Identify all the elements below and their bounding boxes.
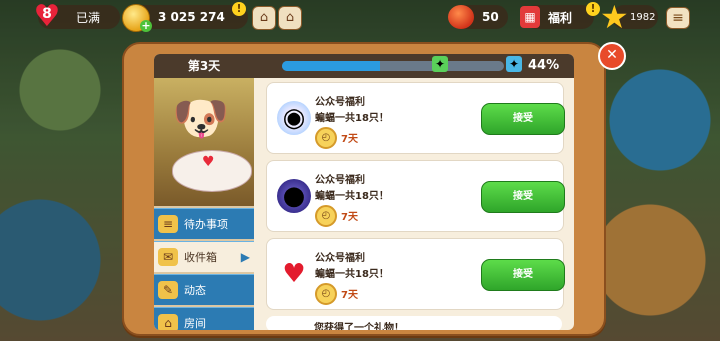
card-description: 蝙蝠一共18只！ <box>315 113 389 124</box>
lives-label: 已满 <box>76 10 101 25</box>
room-icon: ⌂ <box>158 314 178 330</box>
clock-icon: ◴ <box>315 205 337 227</box>
card-title: 公众号福利 <box>315 175 365 186</box>
todo-icon: ≡ <box>158 215 178 233</box>
card-description: 蝙蝠一共18只！ <box>315 269 389 280</box>
home-icon[interactable]: ⌂ <box>278 6 302 30</box>
ornament-bombs-icon: ● <box>277 179 311 213</box>
tomato-count: 50 <box>482 10 499 24</box>
left-menu: ≡ 待办事项 ✉ 收件箱 ▶ ✎ 动态 ⌂ 房间 <box>154 208 254 330</box>
add-coins-icon[interactable]: + <box>140 20 152 32</box>
clock-icon: ◴ <box>315 283 337 305</box>
accept-button[interactable]: 接受 <box>481 181 565 213</box>
tomato-icon <box>448 5 474 29</box>
card-duration: 7天 <box>341 290 358 301</box>
accept-button[interactable]: 接受 <box>481 103 565 135</box>
inbox-list[interactable]: ◉ 公众号福利 蝙蝠一共18只！ ◴ 7天 接受 ● 公众号福利 蝙蝠一共18只… <box>266 82 572 330</box>
left-menu-item-room[interactable]: ⌂ 房间 <box>154 307 254 330</box>
gift-icon[interactable]: ✦ <box>432 56 448 72</box>
day-label: 第3天 <box>187 59 221 73</box>
inbox-icon: ✉ <box>158 248 178 266</box>
lives-count: 8 <box>42 6 52 22</box>
inbox-modal: ✕ 第3天 ✦ ✦ 44% 🐶 ♥ ≡ 待办事项 ✉ 收件箱 ▶ ✎ 动态 ⌂ … <box>122 42 626 336</box>
rainbow-orb-icon: ◉ <box>277 101 311 135</box>
modal-content: 第3天 ✦ ✦ 44% 🐶 ♥ ≡ 待办事项 ✉ 收件箱 ▶ ✎ 动态 ⌂ 房间… <box>154 54 574 330</box>
calendar-icon: ▦ <box>520 6 540 28</box>
card-description: 蝙蝠一共18只！ <box>315 191 389 202</box>
menu-icon[interactable]: ≡ <box>666 7 690 29</box>
left-menu-item-news[interactable]: ✎ 动态 <box>154 274 254 305</box>
story-scene-image: 🐶 ♥ <box>154 78 254 206</box>
inbox-card: ● 公众号福利 蝙蝠一共18只！ ◴ 7天 接受 <box>266 160 565 232</box>
hearts-decor-icon: ♥ <box>202 154 215 170</box>
red-heart-icon: ♥ <box>282 259 306 289</box>
inbox-card-partial: 您获得了一个礼物！ <box>266 316 562 330</box>
inbox-card: ♥ 公众号福利 蝙蝠一共18只！ ◴ 7天 接受 <box>266 238 565 310</box>
left-menu-label: 房间 <box>184 317 206 330</box>
inbox-card: ◉ 公众号福利 蝙蝠一共18只！ ◴ 7天 接受 <box>266 82 565 154</box>
left-menu-label: 收件箱 <box>184 251 217 264</box>
active-arrow-icon: ▶ <box>240 250 250 264</box>
coins-notification-badge: ! <box>232 2 246 16</box>
accept-button[interactable]: 接受 <box>481 259 565 291</box>
gamepad-icon[interactable]: ⌂ <box>252 6 276 30</box>
star-icon: ★ <box>600 0 629 36</box>
left-menu-item-inbox[interactable]: ✉ 收件箱 ▶ <box>154 241 254 272</box>
left-panel: 🐶 ♥ ≡ 待办事项 ✉ 收件箱 ▶ ✎ 动态 ⌂ 房间 <box>154 78 254 330</box>
coins-value: 3 025 274 <box>158 10 225 24</box>
left-menu-label: 动态 <box>184 284 206 297</box>
card-title: 公众号福利 <box>315 97 365 108</box>
top-hud: 已满 ♥ 8 3 025 274 + ! ⌂ ⌂ 50 福利 ▦ ! 1982 … <box>0 0 720 36</box>
left-menu-label: 待办事项 <box>184 218 228 231</box>
progress-bar <box>282 61 504 71</box>
news-icon: ✎ <box>158 281 178 299</box>
benefit-notification-badge: ! <box>586 2 600 16</box>
card-title: 您获得了一个礼物！ <box>314 323 404 330</box>
progress-percent: 44% <box>528 58 560 73</box>
gift-box-icon[interactable]: ✦ <box>506 56 522 72</box>
left-menu-item-todo[interactable]: ≡ 待办事项 <box>154 208 254 239</box>
progress-fill <box>282 61 380 71</box>
card-title: 公众号福利 <box>315 253 365 264</box>
modal-header: 第3天 ✦ ✦ 44% <box>154 54 574 78</box>
close-button[interactable]: ✕ <box>598 42 626 70</box>
dog-character-icon: 🐶 <box>172 91 230 145</box>
stars-count: 1982 <box>630 11 656 23</box>
card-duration: 7天 <box>341 134 358 145</box>
clock-icon: ◴ <box>315 127 337 149</box>
benefit-label: 福利 <box>548 10 573 25</box>
card-duration: 7天 <box>341 212 358 223</box>
